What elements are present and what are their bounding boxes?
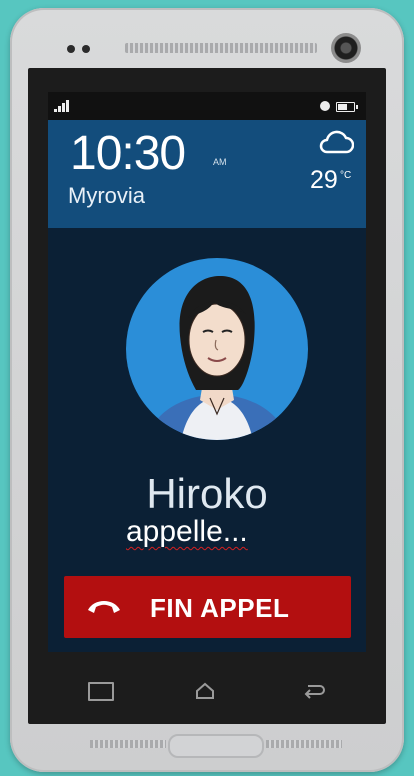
clock-weather-card: 10:30 AM Myrovia 29 °C xyxy=(48,120,366,228)
navigation-bar xyxy=(48,670,366,710)
end-call-button[interactable]: FIN APPEL xyxy=(64,576,351,638)
home-button[interactable] xyxy=(168,734,264,758)
recent-apps-icon[interactable] xyxy=(88,682,114,701)
temperature-unit: °C xyxy=(340,170,352,181)
top-bezel xyxy=(10,30,404,66)
clock-time: 10:30 xyxy=(70,127,186,180)
phone-hangup-icon xyxy=(88,601,120,613)
call-status: appelle... xyxy=(126,515,248,548)
caller-avatar xyxy=(126,258,308,440)
screen-frame: 10:30 AM Myrovia 29 °C Hiroko appelle...… xyxy=(28,68,386,724)
bottom-bezel xyxy=(10,726,404,766)
light-sensor xyxy=(82,45,90,53)
temperature-value: 29 xyxy=(310,166,338,194)
end-call-label: FIN APPEL xyxy=(150,593,290,623)
city-label: Myrovia xyxy=(68,183,146,208)
home-icon[interactable] xyxy=(194,682,216,700)
phone-device: 10:30 AM Myrovia 29 °C Hiroko appelle...… xyxy=(10,8,404,772)
proximity-sensor xyxy=(67,45,75,53)
caller-name: Hiroko xyxy=(146,470,268,517)
cloud-icon xyxy=(319,130,354,154)
status-bar xyxy=(48,92,366,120)
bottom-speaker-right xyxy=(266,740,342,748)
caller-portrait xyxy=(146,276,288,440)
bottom-speaker-left xyxy=(90,740,166,748)
alarm-icon xyxy=(320,101,330,111)
clock-ampm: AM xyxy=(213,157,227,167)
phone-screen: 10:30 AM Myrovia 29 °C Hiroko appelle...… xyxy=(48,92,366,652)
back-icon[interactable] xyxy=(302,682,326,700)
signal-icon xyxy=(54,100,70,112)
battery-icon xyxy=(336,102,358,112)
earpiece-speaker xyxy=(125,43,317,53)
front-camera-icon xyxy=(331,33,361,63)
